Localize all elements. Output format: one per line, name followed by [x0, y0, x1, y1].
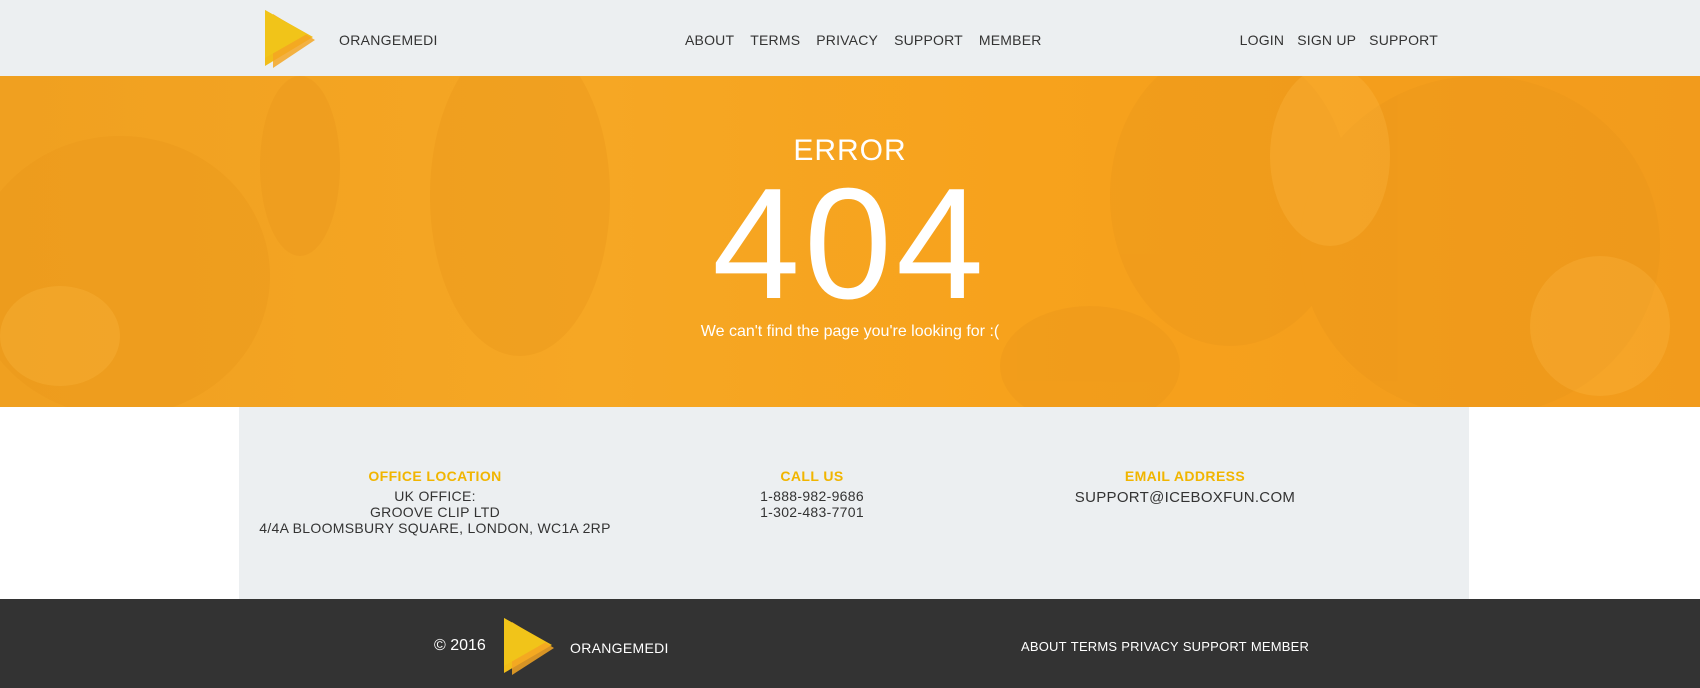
office-address: 4/4A BLOOMSBURY SQUARE, LONDON, WC1A 2RP — [259, 520, 611, 536]
phone-number[interactable]: 1-302-483-7701 — [692, 504, 932, 520]
play-triangle-logo-icon[interactable] — [265, 10, 315, 68]
call-us-title: CALL US — [780, 468, 844, 484]
email-column: EMAIL ADDRESS SUPPORT@ICEBOXFUN.COM — [1065, 468, 1305, 506]
brand-name[interactable]: ORANGEMEDI — [339, 32, 438, 48]
error-message: We can't find the page you're looking fo… — [700, 323, 1000, 340]
nav-terms[interactable]: TERMS — [750, 32, 800, 48]
office-line: GROOVE CLIP LTD — [369, 504, 500, 520]
play-triangle-logo-icon[interactable] — [504, 618, 554, 675]
login-link[interactable]: LOGIN — [1240, 32, 1285, 48]
main-nav: ABOUT TERMS PRIVACY SUPPORT MEMBER — [685, 32, 1042, 48]
call-us-column: CALL US 1-888-982-9686 1-302-483-7701 — [692, 468, 932, 520]
footer-brand-name[interactable]: ORANGEMEDI — [570, 640, 669, 656]
email-title: EMAIL ADDRESS — [1124, 468, 1246, 484]
account-nav: LOGIN SIGN UP SUPPORT — [1240, 32, 1438, 48]
contact-section: OFFICE LOCATION UK OFFICE: GROOVE CLIP L… — [239, 407, 1469, 599]
nav-member[interactable]: MEMBER — [979, 32, 1042, 48]
footer-nav-support[interactable]: SUPPORT — [1183, 639, 1247, 654]
site-header: ORANGEMEDI ABOUT TERMS PRIVACY SUPPORT M… — [0, 0, 1700, 76]
copyright: © 2016 — [434, 637, 486, 654]
footer-nav-member[interactable]: MEMBER — [1251, 639, 1309, 654]
office-location-title: OFFICE LOCATION — [368, 468, 502, 484]
support-link[interactable]: SUPPORT — [1369, 32, 1438, 48]
footer-nav: ABOUT TERMS PRIVACY SUPPORT MEMBER — [1021, 639, 1309, 654]
office-location-column: OFFICE LOCATION UK OFFICE: GROOVE CLIP L… — [239, 468, 631, 536]
footer-nav-terms[interactable]: TERMS — [1071, 639, 1118, 654]
nav-support[interactable]: SUPPORT — [894, 32, 963, 48]
site-footer: © 2016 ORANGEMEDI ABOUT TERMS PRIVACY SU… — [0, 599, 1700, 688]
nav-privacy[interactable]: PRIVACY — [816, 32, 878, 48]
signup-link[interactable]: SIGN UP — [1297, 32, 1356, 48]
email-link[interactable]: SUPPORT@ICEBOXFUN.COM — [1065, 490, 1305, 506]
error-hero: ERROR 404 We can't find the page you're … — [0, 76, 1700, 407]
footer-nav-privacy[interactable]: PRIVACY — [1121, 639, 1179, 654]
office-line: UK OFFICE: — [394, 488, 476, 504]
footer-nav-about[interactable]: ABOUT — [1021, 639, 1067, 654]
error-code: 404 — [712, 156, 988, 332]
nav-about[interactable]: ABOUT — [685, 32, 734, 48]
phone-number[interactable]: 1-888-982-9686 — [692, 488, 932, 504]
